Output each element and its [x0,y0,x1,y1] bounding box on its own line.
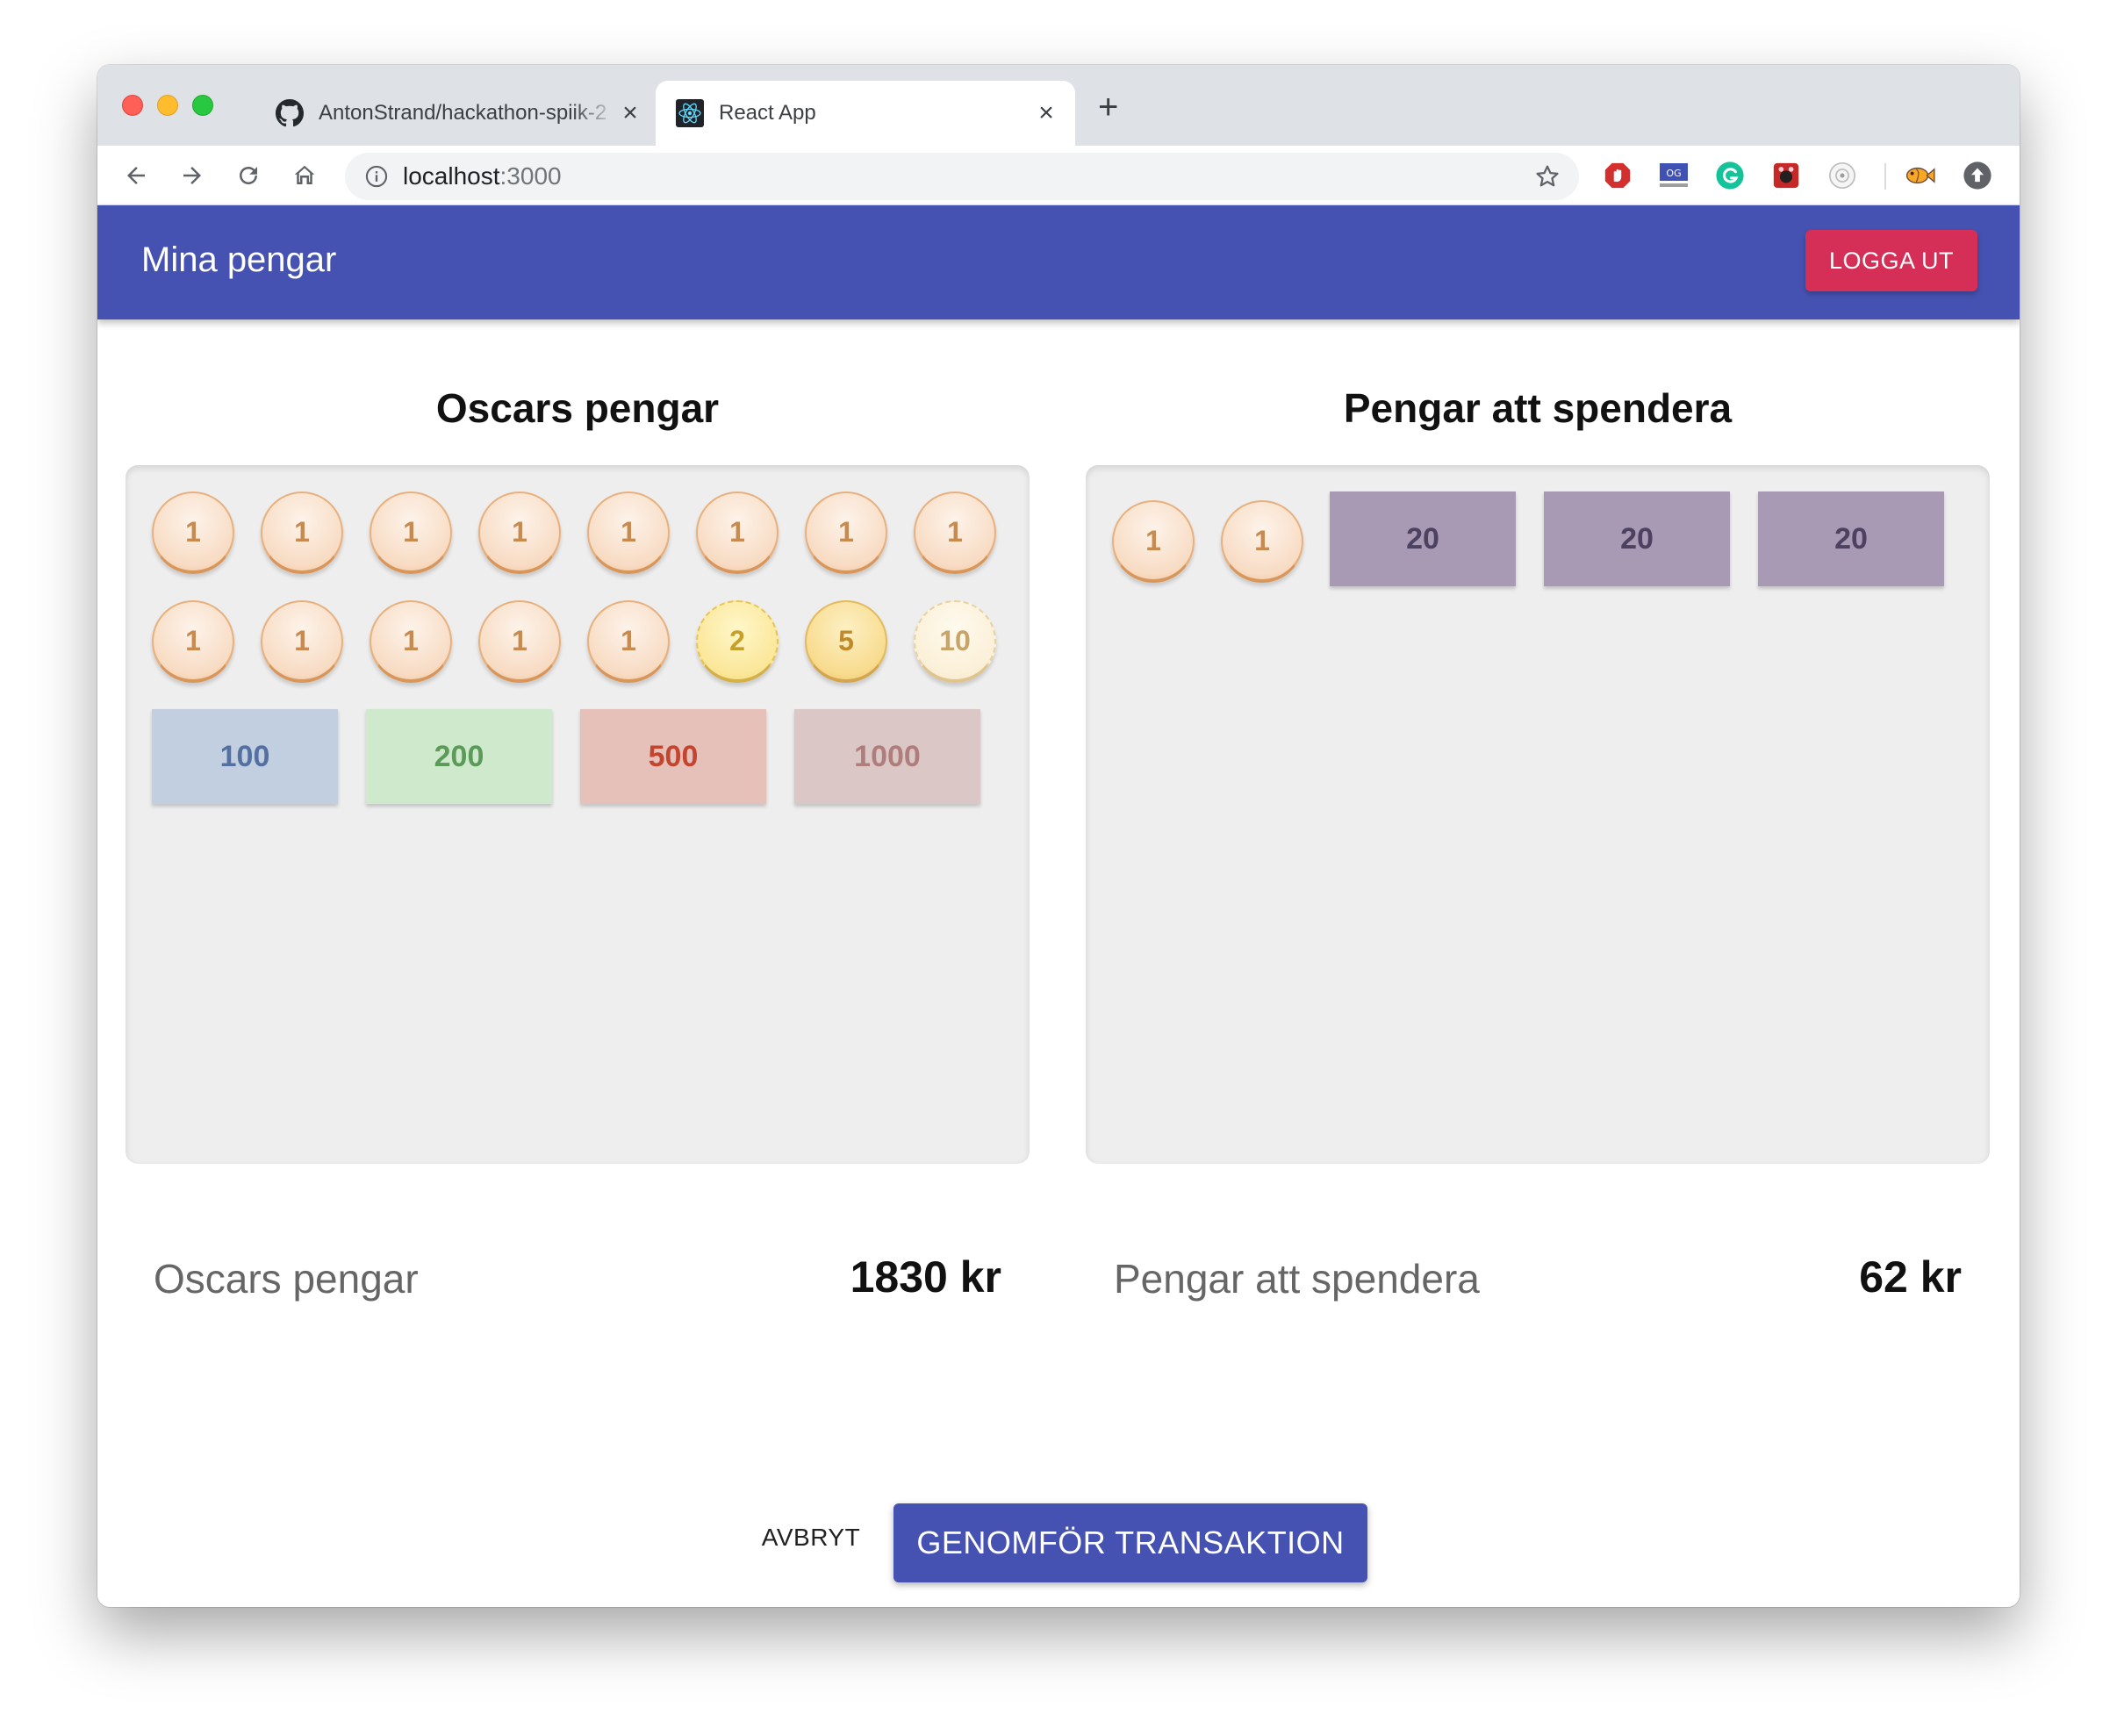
note-100[interactable]: 100 [152,709,338,804]
coin-1[interactable]: 1 [370,600,452,683]
tab-react-app[interactable]: React App × [656,81,1075,146]
url-text: localhost:3000 [403,162,562,190]
coin-1[interactable]: 1 [152,491,234,574]
fish-extension-icon[interactable] [1904,160,1935,191]
submit-transaction-button[interactable]: GENOMFÖR TRANSAKTION [893,1503,1367,1582]
close-window-button[interactable] [122,95,143,116]
cancel-button[interactable]: AVBRYT [754,1511,868,1564]
url-port: :3000 [499,162,562,190]
info-icon[interactable] [364,164,389,189]
url-host: localhost [403,162,500,190]
coin-1[interactable]: 1 [478,600,561,683]
tab-title: React App [719,101,816,125]
coin-1[interactable]: 1 [805,491,887,574]
home-icon[interactable] [287,158,322,193]
tab-strip: AntonStrand/hackathon-spiik-2 × React Ap… [97,65,2020,146]
coin-1[interactable]: 1 [587,491,670,574]
left-wallet-area[interactable]: 1 1 1 1 1 1 1 1 1 1 1 1 1 2 5 10 100 200… [126,465,1030,1164]
og-extension-icon[interactable]: OG [1658,160,1690,191]
coin-10[interactable]: 10 [914,600,996,683]
close-tab-icon[interactable]: × [617,100,643,126]
coin-2[interactable]: 2 [696,600,779,683]
note-20[interactable]: 20 [1758,491,1944,586]
coin-1[interactable]: 1 [1112,500,1195,583]
github-icon [275,98,305,128]
logout-button[interactable]: LOGGA UT [1805,230,1977,291]
note-1000[interactable]: 1000 [794,709,980,804]
svg-text:OG: OG [1666,168,1681,179]
forward-arrow-icon[interactable] [175,158,210,193]
note-20[interactable]: 20 [1544,491,1730,586]
coin-1[interactable]: 1 [478,491,561,574]
browser-toolbar: localhost:3000 OG [97,146,2020,205]
back-arrow-icon[interactable] [118,158,154,193]
right-sum-value: 62 kr [1859,1252,1962,1302]
react-icon [675,98,705,128]
reload-icon[interactable] [231,158,266,193]
upload-extension-icon[interactable] [1962,160,1993,191]
left-wallet-title: Oscars pengar [435,385,720,431]
address-bar[interactable]: localhost:3000 [345,153,1579,200]
close-tab-icon[interactable]: × [1033,100,1059,126]
coin-1[interactable]: 1 [1221,500,1303,583]
note-500[interactable]: 500 [580,709,766,804]
note-20[interactable]: 20 [1330,491,1516,586]
coin-1[interactable]: 1 [261,491,343,574]
coin-1[interactable]: 1 [696,491,779,574]
app-title: Mina pengar [141,240,337,279]
tab-title: AntonStrand/hackathon-spiik-2 [319,101,607,125]
coin-1[interactable]: 1 [914,491,996,574]
coin-5[interactable]: 5 [805,600,887,683]
grammarly-extension-icon[interactable] [1714,160,1746,191]
right-wallet-area[interactable]: 1 1 20 20 20 [1086,465,1990,1164]
toolbar-divider [1884,163,1886,190]
browser-window: AntonStrand/hackathon-spiik-2 × React Ap… [97,65,2020,1607]
minimize-window-button[interactable] [157,95,178,116]
bookmark-star-icon[interactable] [1533,162,1561,195]
right-wallet-title: Pengar att spendera [1343,385,1733,431]
coin-1[interactable]: 1 [587,600,670,683]
main-content: Oscars pengar 1 1 1 1 1 1 1 1 1 1 1 1 1 … [97,319,2020,1607]
left-sum-label: Oscars pengar [154,1256,419,1302]
bug-extension-icon[interactable] [1770,160,1802,191]
ghost-extension-icon[interactable] [1826,160,1858,191]
note-200[interactable]: 200 [366,709,552,804]
app-bar: Mina pengar LOGGA UT [97,205,2020,319]
coin-1[interactable]: 1 [261,600,343,683]
left-sum-value: 1830 kr [850,1252,1001,1302]
tab-github[interactable]: AntonStrand/hackathon-spiik-2 × [255,81,659,146]
new-tab-icon[interactable]: + [1098,90,1118,125]
zoom-window-button[interactable] [192,95,213,116]
adblock-extension-icon[interactable] [1602,160,1633,191]
coin-1[interactable]: 1 [152,600,234,683]
coin-1[interactable]: 1 [370,491,452,574]
right-sum-label: Pengar att spendera [1114,1256,1480,1302]
